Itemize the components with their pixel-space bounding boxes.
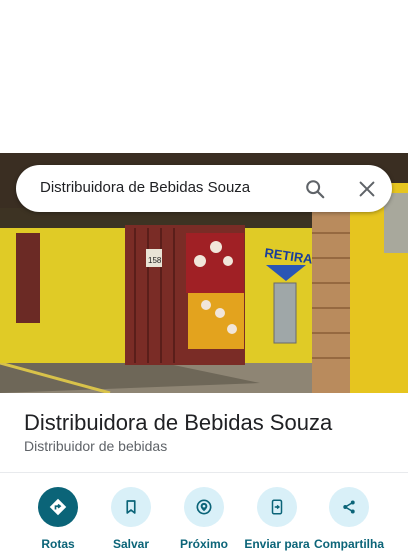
directions-label: Rotas: [41, 537, 75, 551]
place-title: Distribuidora de Bebidas Souza: [24, 410, 333, 435]
nearby-label: Próximo: [179, 537, 228, 551]
place-category: Distribuidor de bebidas: [24, 438, 168, 454]
close-icon[interactable]: [356, 178, 378, 200]
house-number: 158: [148, 256, 162, 265]
divider: [0, 472, 408, 473]
directions-button[interactable]: Rotas: [18, 487, 98, 551]
map-area-blank: [0, 0, 408, 153]
nearby-button[interactable]: Próximo: [164, 487, 244, 551]
send-to-phone-label: Enviar para: [244, 537, 310, 551]
directions-icon: [38, 487, 78, 527]
share-label: Compartilha: [313, 537, 384, 551]
save-label: Salvar: [112, 537, 150, 551]
send-to-phone-button[interactable]: Enviar para: [237, 487, 317, 551]
share-icon: [329, 487, 369, 527]
share-button[interactable]: Compartilha: [309, 487, 389, 551]
search-bar[interactable]: Distribuidora de Bebidas Souza: [16, 165, 392, 212]
send-to-phone-icon: [257, 487, 297, 527]
save-button[interactable]: Salvar: [91, 487, 171, 551]
search-input[interactable]: Distribuidora de Bebidas Souza: [40, 179, 250, 196]
search-icon[interactable]: [304, 178, 326, 200]
bookmark-icon: [111, 487, 151, 527]
nearby-icon: [184, 487, 224, 527]
